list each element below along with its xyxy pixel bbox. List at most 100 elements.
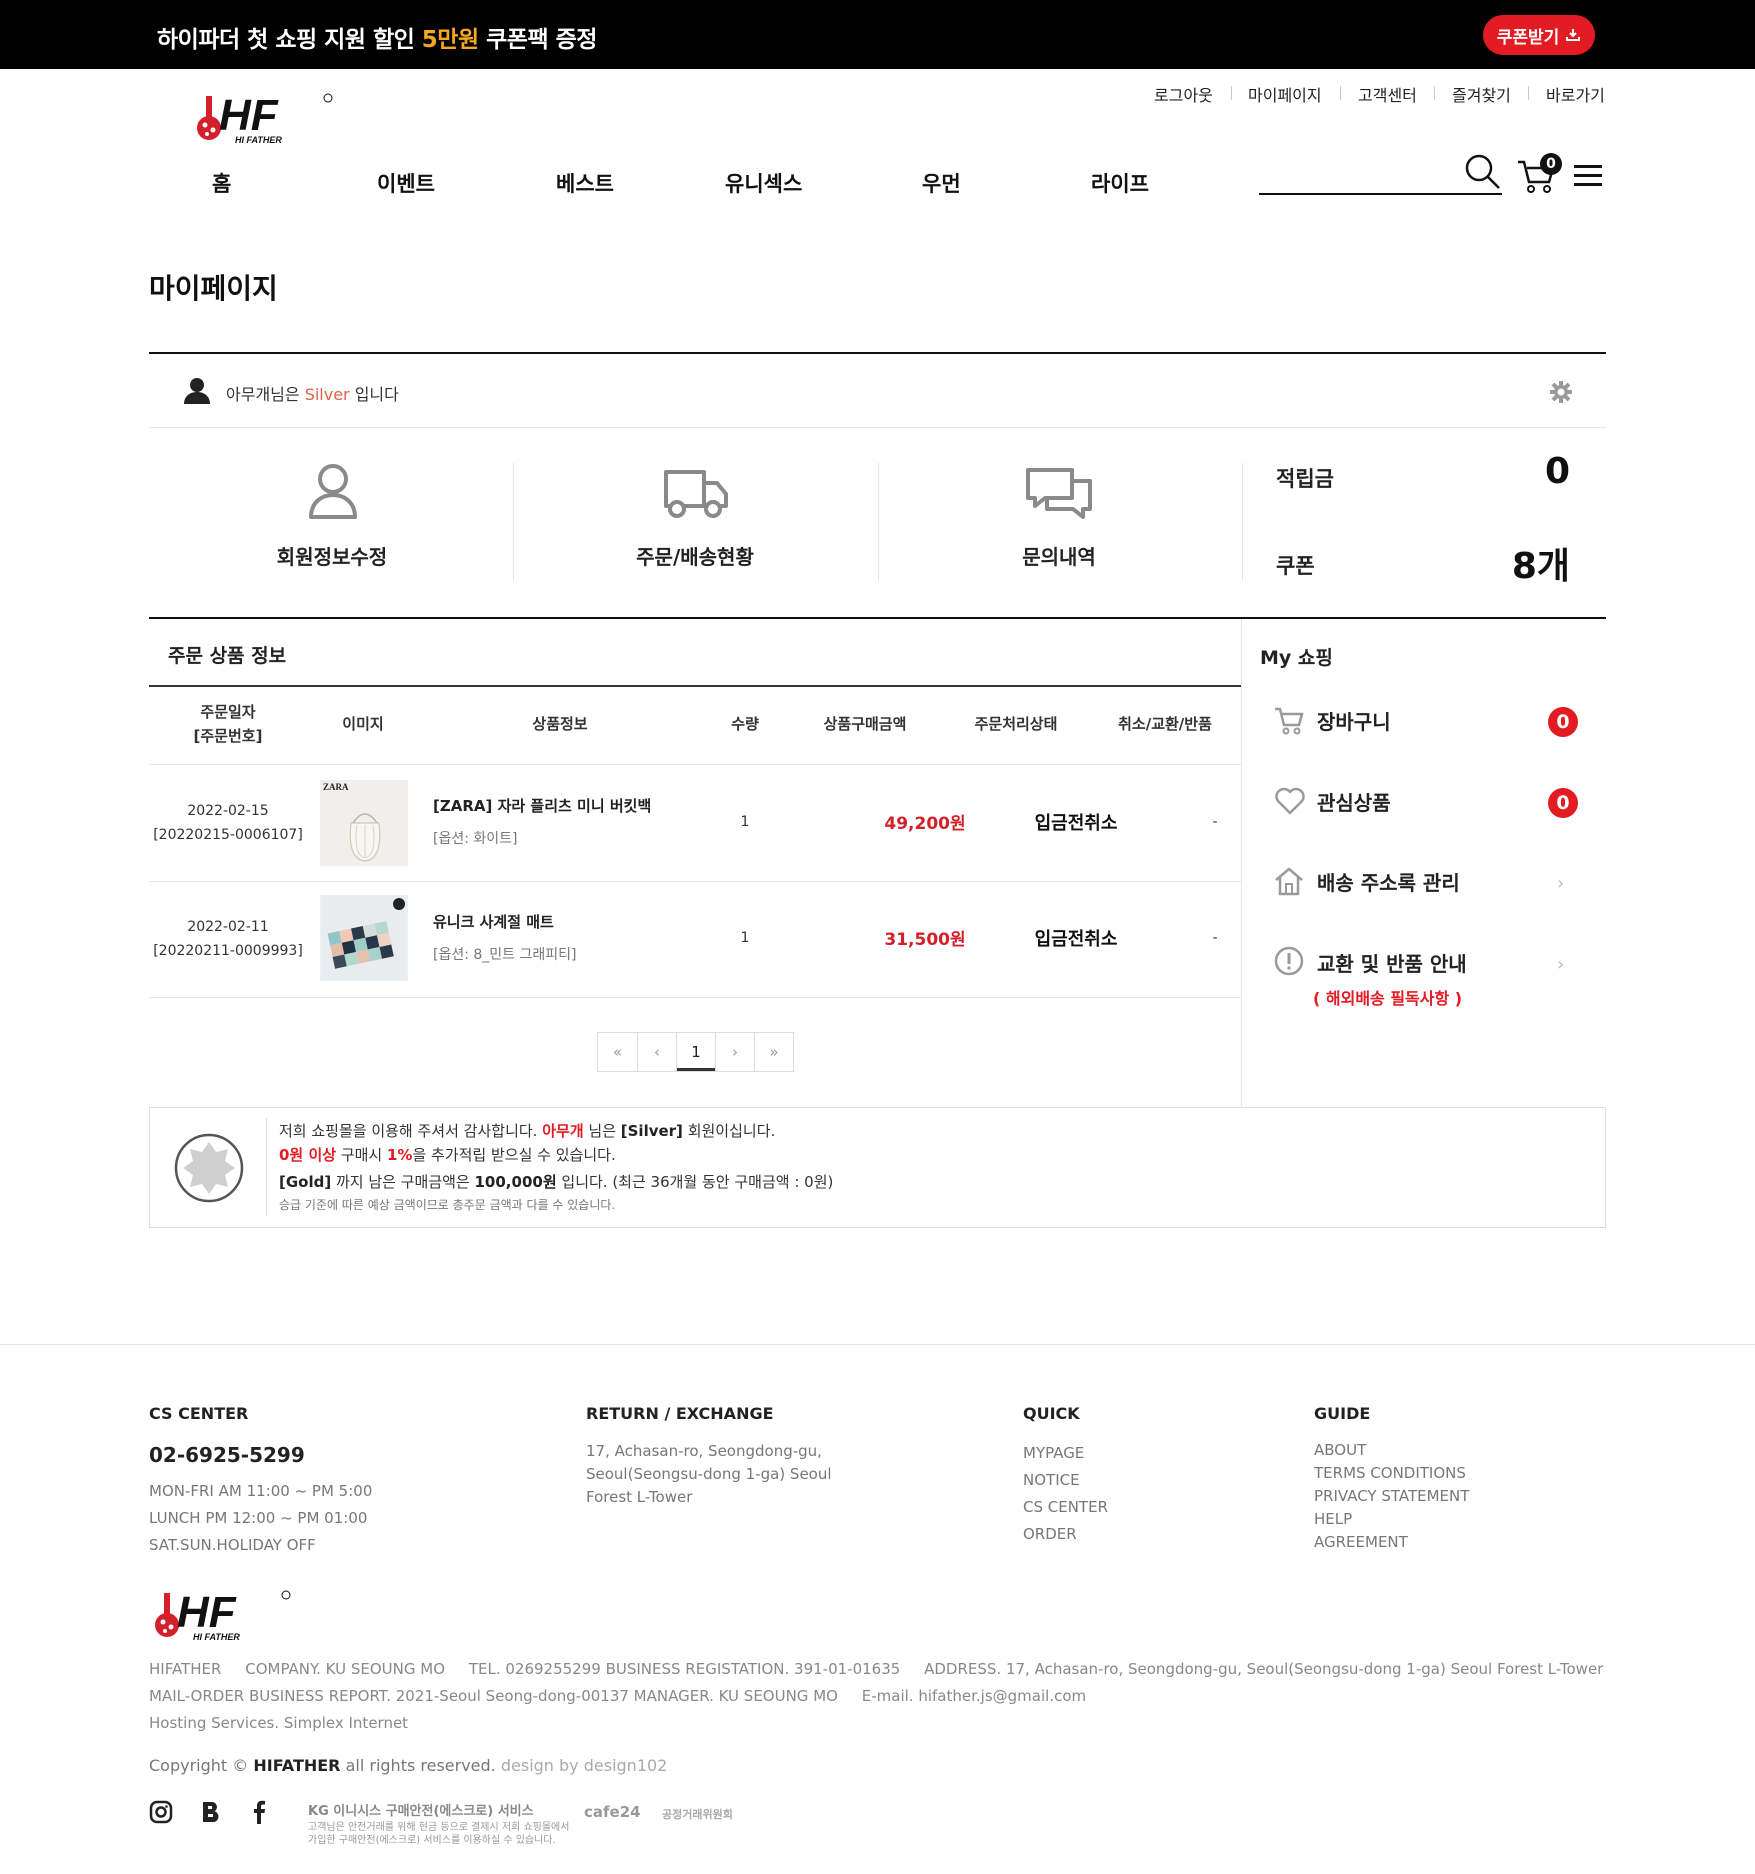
my-shopping-title: My 쇼핑 [1260, 647, 1333, 669]
nav-best[interactable]: 베스트 [556, 168, 614, 198]
hosting-info: Hosting Services. Simplex Internet [149, 1714, 409, 1732]
bookmark-link[interactable]: 즐겨찾기 [1452, 82, 1511, 106]
product-price: 31,500원 [884, 930, 966, 950]
coupon-download-button[interactable]: 쿠폰받기 [1483, 15, 1595, 55]
order-number[interactable]: [20220211-0009993] [149, 939, 307, 963]
product-image[interactable] [320, 895, 408, 981]
exchange-return-guide-item[interactable]: 교환 및 반품 안내 › [1273, 942, 1583, 986]
col-status: 주문처리상태 [974, 715, 1058, 733]
copyright: Copyright © HIFATHER all rights reserved… [149, 1756, 668, 1775]
order-number[interactable]: [20220215-0006107] [149, 823, 307, 847]
order-status: 입금전취소 [1034, 813, 1118, 834]
cancel-exchange-return: - [1212, 930, 1218, 946]
facebook-icon[interactable] [251, 1800, 267, 1824]
exclamation-icon [1274, 946, 1304, 976]
return-address-1: 17, Achasan-ro, Seongdong-gu, [586, 1442, 822, 1460]
product-image[interactable]: ZARA [320, 780, 408, 866]
pagination-next[interactable]: › [715, 1032, 755, 1072]
pagination-prev[interactable]: ‹ [637, 1032, 677, 1072]
nav-event[interactable]: 이벤트 [377, 168, 435, 198]
cafe24-badge[interactable]: cafe24 [584, 1803, 641, 1821]
ftc-badge[interactable]: 공정거래위원회 [662, 1806, 733, 1822]
quick-menu-label: 문의내역 [1022, 545, 1096, 569]
nav-unisex[interactable]: 유니섹스 [725, 168, 802, 198]
benefit-note: 승급 기준에 따른 예상 금액이므로 총주문 금액과 다를 수 있습니다. [279, 1198, 616, 1212]
col-cancel: 취소/교환/반품 [1118, 715, 1212, 733]
wishlist-count-badge: 0 [1548, 788, 1578, 818]
divider [149, 352, 1606, 354]
footer-link-cs-center[interactable]: CS CENTER [1023, 1498, 1108, 1516]
search-icon[interactable] [1464, 153, 1502, 191]
pagination-first[interactable]: « [597, 1032, 638, 1072]
promo-banner: 하이파더 첫 쇼핑 지원 할인 5만원 쿠폰팩 증정 쿠폰받기 [0, 0, 1755, 69]
logout-link[interactable]: 로그아웃 [1154, 82, 1213, 106]
user-icon [309, 464, 357, 519]
shortcut-link[interactable]: 바로가기 [1546, 82, 1605, 106]
settings-gear-icon[interactable] [1549, 380, 1573, 404]
col-qty: 수량 [731, 715, 759, 733]
menu-icon[interactable] [1574, 164, 1602, 188]
svg-text:HF: HF [177, 1588, 237, 1637]
download-icon [1566, 29, 1581, 41]
product-option: [옵션: 8_민트 그래피티] [433, 947, 577, 963]
svg-text:HI FATHER: HI FATHER [235, 135, 282, 145]
product-price: 49,200원 [884, 814, 966, 834]
quick-menu-label: 주문/배송현황 [636, 545, 754, 569]
footer-logo[interactable]: HF HI FATHER [153, 1585, 293, 1645]
pagination-page[interactable]: 1 [676, 1032, 716, 1072]
product-name[interactable]: [ZARA] 자라 플리츠 미니 버킷백 [433, 795, 651, 816]
table-row[interactable]: 2022-02-11 [20220211-0009993] 유니크 사계절 매트… [149, 882, 1241, 997]
member-grade-text: 아무개님은 Silver 입니다 [226, 385, 399, 404]
blog-icon[interactable] [199, 1800, 223, 1824]
pagination-last[interactable]: » [754, 1032, 794, 1072]
search-underline [1259, 193, 1502, 195]
heart-icon [1275, 787, 1305, 815]
cancel-exchange-return: - [1212, 814, 1218, 830]
col-image: 이미지 [342, 715, 384, 733]
cs-phone[interactable]: 02-6925-5299 [149, 1443, 305, 1467]
inquiry-history-button[interactable]: 문의내역 [959, 455, 1159, 575]
mypage-link[interactable]: 마이페이지 [1248, 82, 1322, 106]
footer-link-order[interactable]: ORDER [1023, 1525, 1077, 1543]
customer-center-link[interactable]: 고객센터 [1358, 82, 1417, 106]
address-book-item[interactable]: 배송 주소록 관리 › [1273, 861, 1583, 905]
search-input[interactable] [1259, 158, 1459, 192]
footer-link-notice[interactable]: NOTICE [1023, 1471, 1080, 1489]
benefit-line-1: 저희 쇼핑몰을 이용해 주셔서 감사합니다. 아무개 님은 [Silver] 회… [279, 1122, 776, 1140]
nav-women[interactable]: 우먼 [922, 168, 961, 198]
kg-escrow-note-2: 가입한 구매안전(에스크로) 서비스를 이용하실 수 있습니다. [308, 1835, 556, 1846]
edit-member-info-button[interactable]: 회원정보수정 [232, 455, 432, 575]
footer-link-agreement[interactable]: AGREEMENT [1314, 1533, 1408, 1551]
nav-home[interactable]: 홈 [212, 168, 231, 198]
kg-escrow-badge[interactable]: KG 이니시스 구매안전(에스크로) 서비스 [308, 1800, 534, 1819]
chat-icon [1026, 468, 1092, 519]
footer-link-mypage[interactable]: MYPAGE [1023, 1444, 1084, 1462]
cart-count-badge: 0 [1540, 153, 1562, 175]
footer-link-help[interactable]: HELP [1314, 1510, 1352, 1528]
cs-holiday: SAT.SUN.HOLIDAY OFF [149, 1536, 316, 1554]
footer-cs-title: CS CENTER [149, 1404, 249, 1423]
site-logo[interactable]: HF HI FATHER [195, 88, 335, 148]
footer-link-terms[interactable]: TERMS CONDITIONS [1314, 1464, 1466, 1482]
table-row[interactable]: 2022-02-15 [20220215-0006107] ZARA [ZARA… [149, 765, 1241, 881]
logo-image: HF HI FATHER [197, 91, 333, 145]
nav-life[interactable]: 라이프 [1091, 168, 1149, 198]
home-icon [1275, 867, 1303, 896]
points-value[interactable]: 0 [1450, 451, 1570, 492]
benefit-line-2: 0원 이상 구매시 1%을 추가적립 받으실 수 있습니다. [279, 1146, 616, 1164]
my-cart-item[interactable]: 장바구니 0 [1273, 700, 1583, 744]
col-price: 상품구매금액 [823, 715, 907, 733]
order-status-button[interactable]: 주문/배송현황 [595, 455, 795, 575]
instagram-icon[interactable] [149, 1800, 173, 1824]
footer-link-privacy[interactable]: PRIVACY STATEMENT [1314, 1487, 1469, 1505]
col-order-date: 주문일자 [주문번호] [193, 703, 263, 745]
logo-image: HF HI FATHER [155, 1588, 291, 1642]
chevron-right-icon: › [1557, 873, 1565, 894]
my-wishlist-item[interactable]: 관심상품 0 [1273, 781, 1583, 825]
product-name[interactable]: 유니크 사계절 매트 [433, 911, 554, 932]
page-title: 마이페이지 [149, 272, 278, 305]
overseas-shipping-note[interactable]: ( 해외배송 필독사항 ) [1313, 985, 1462, 1009]
footer-link-about[interactable]: ABOUT [1314, 1441, 1366, 1459]
return-address-2: Seoul(Seongsu-dong 1-ga) Seoul [586, 1465, 832, 1483]
coupon-value[interactable]: 8개 [1450, 537, 1570, 589]
